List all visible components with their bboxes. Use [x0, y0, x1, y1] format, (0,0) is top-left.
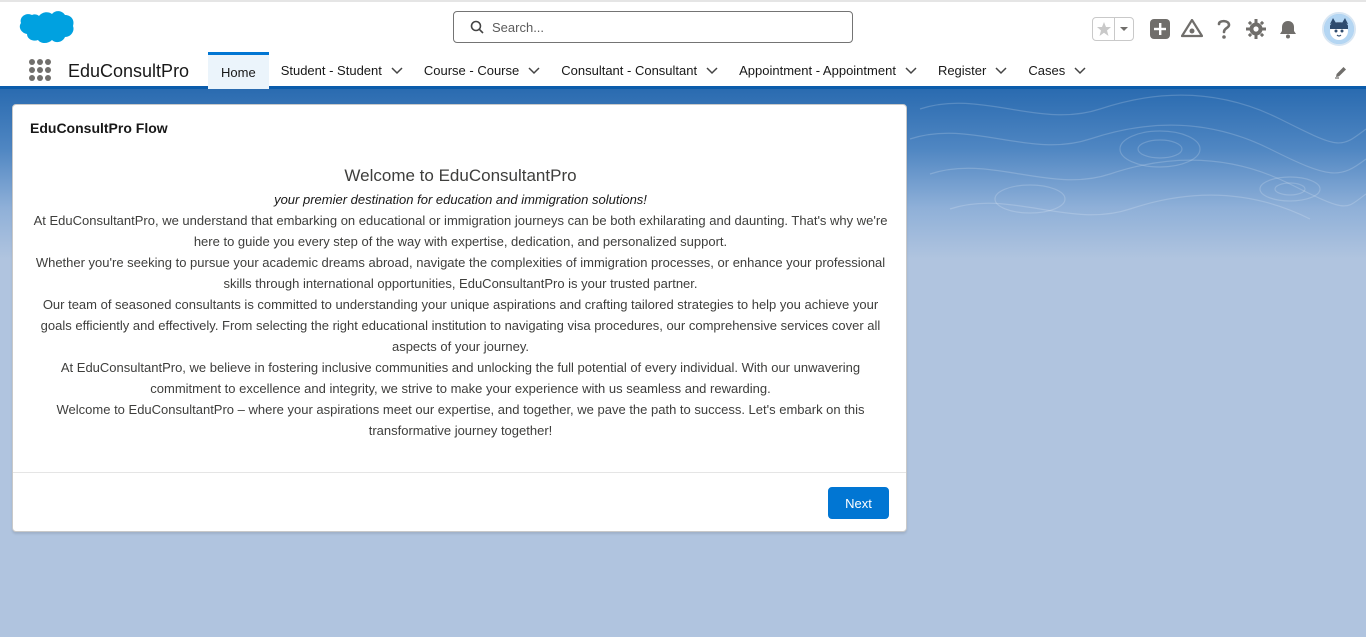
nav-tab-appointment[interactable]: Appointment - Appointment	[727, 52, 926, 89]
nav-tab-course[interactable]: Course - Course	[412, 52, 549, 89]
chevron-down-icon[interactable]	[697, 52, 727, 89]
search-icon	[470, 20, 484, 34]
chevron-down-icon[interactable]	[1065, 52, 1095, 89]
setup-gear-icon[interactable]	[1244, 17, 1268, 41]
header-actions	[1092, 12, 1356, 46]
nav-tab-label: Appointment - Appointment	[739, 63, 896, 78]
welcome-paragraph: Welcome to EduConsultantPro – where your…	[56, 402, 865, 438]
global-actions-plus-icon[interactable]	[1148, 17, 1172, 41]
flow-footer: Next	[13, 472, 906, 532]
trailhead-guidance-icon[interactable]	[1180, 17, 1204, 41]
nav-tab-label: Home	[221, 64, 256, 80]
next-button[interactable]: Next	[828, 487, 889, 519]
favorite-star-icon[interactable]	[1093, 18, 1115, 40]
flow-card: EduConsultPro Flow Welcome to EduConsult…	[12, 104, 907, 532]
flow-body: Welcome to EduConsultantPro your premier…	[33, 165, 888, 441]
search-input[interactable]	[492, 19, 832, 35]
app-name: EduConsultPro	[68, 61, 190, 81]
nav-items: Home Student - Student Course - Course C…	[208, 52, 1095, 89]
help-icon[interactable]	[1212, 17, 1236, 41]
welcome-tagline: your premier destination for education a…	[274, 192, 647, 207]
salesforce-cloud-logo[interactable]	[15, 7, 75, 49]
nav-tab-label: Register	[937, 63, 987, 78]
chevron-down-icon[interactable]	[986, 52, 1016, 89]
app-launcher-waffle-icon[interactable]	[29, 59, 51, 81]
user-avatar[interactable]	[1322, 12, 1356, 46]
nav-tab-cases[interactable]: Cases	[1016, 52, 1095, 89]
app-navigation-bar: EduConsultPro Home Student - Student Cou…	[0, 52, 1366, 89]
welcome-paragraph: Whether you're seeking to pursue your ac…	[35, 255, 886, 291]
welcome-paragraph: At EduConsultantPro, we understand that …	[33, 213, 888, 249]
notifications-bell-icon[interactable]	[1276, 17, 1300, 41]
nav-tab-home[interactable]: Home	[208, 52, 269, 89]
chevron-down-icon[interactable]	[382, 52, 412, 89]
nav-tab-student[interactable]: Student - Student	[269, 52, 412, 89]
nav-tab-label: Course - Course	[423, 63, 520, 78]
welcome-heading: Welcome to EduConsultantPro	[344, 166, 577, 185]
welcome-paragraph: Our team of seasoned consultants is comm…	[40, 297, 881, 354]
global-search-box[interactable]	[453, 11, 853, 43]
flow-title: EduConsultPro Flow	[30, 120, 168, 136]
favorites-group	[1092, 17, 1134, 41]
global-header	[0, 0, 1366, 52]
nav-tab-label: Student - Student	[280, 63, 382, 78]
nav-tab-register[interactable]: Register	[926, 52, 1016, 89]
nav-tab-consultant[interactable]: Consultant - Consultant	[549, 52, 727, 89]
chevron-down-icon[interactable]	[519, 52, 549, 89]
nav-tab-label: Cases	[1028, 63, 1066, 78]
chevron-down-icon[interactable]	[896, 52, 926, 89]
edit-nav-pencil-icon[interactable]	[1334, 65, 1348, 79]
welcome-paragraph: At EduConsultantPro, we believe in foste…	[60, 360, 861, 396]
favorites-menu-chevron-down-icon[interactable]	[1115, 18, 1133, 40]
nav-tab-label: Consultant - Consultant	[561, 63, 698, 78]
